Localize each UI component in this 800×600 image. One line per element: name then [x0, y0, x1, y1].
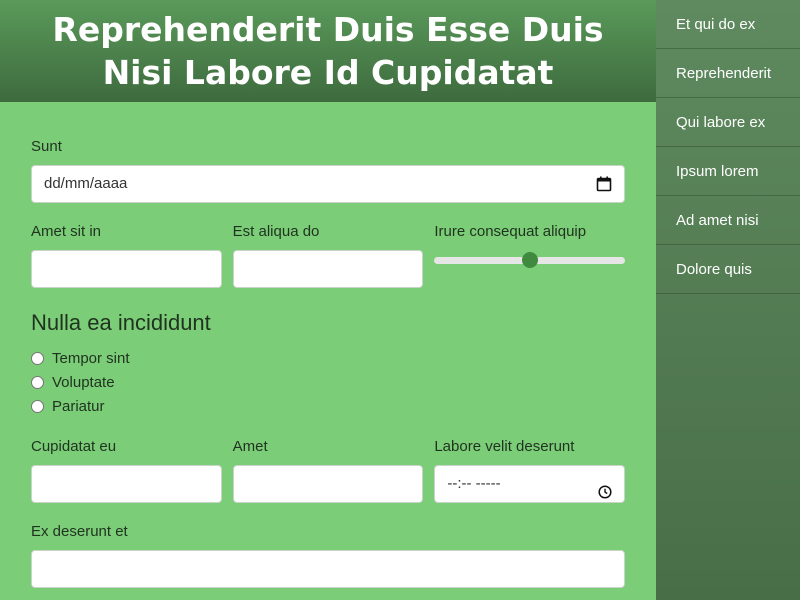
- sidebar-item-ipsum-lorem[interactable]: Ipsum lorem: [656, 147, 800, 196]
- time-placeholder: --:-- -----: [447, 475, 501, 492]
- sidebar-item-reprehenderit[interactable]: Reprehenderit: [656, 49, 800, 98]
- radio-option-voluptate[interactable]: Voluptate: [31, 370, 625, 394]
- amet-sit-in-group: Amet sit in: [31, 223, 222, 288]
- radio-label: Voluptate: [52, 373, 115, 391]
- radio-option-pariatur[interactable]: Pariatur: [31, 394, 625, 418]
- amet-label: Amet: [232, 438, 268, 455]
- cupidatat-eu-label: Cupidatat eu: [31, 438, 117, 455]
- clock-icon[interactable]: [598, 477, 612, 499]
- irure-consequat-label: Irure consequat aliquip: [434, 223, 587, 240]
- ex-deserunt-et-input[interactable]: [31, 550, 625, 588]
- sidebar-item-qui-labore-ex[interactable]: Qui labore ex: [656, 98, 800, 147]
- sidebar-item-ad-amet-nisi[interactable]: Ad amet nisi: [656, 196, 800, 245]
- labore-velit-deserunt-label: Labore velit deserunt: [434, 438, 575, 455]
- est-aliqua-do-input[interactable]: [232, 250, 424, 288]
- main-form: Sunt dd/mm/aaaa Amet sit in Est aliqua d…: [31, 102, 626, 588]
- sidebar-item-dolore-quis[interactable]: Dolore quis: [656, 245, 800, 294]
- form-row-1: Amet sit in Est aliqua do Irure consequa…: [31, 223, 626, 288]
- radio-options: Tempor sint Voluptate Pariatur: [31, 346, 625, 418]
- ex-deserunt-et-label: Ex deserunt et: [31, 523, 128, 540]
- radio-group: Nulla ea incididunt Tempor sint Voluptat…: [31, 310, 625, 418]
- date-field-group: Sunt dd/mm/aaaa: [31, 138, 625, 203]
- page-header: Reprehenderit Duis Esse Duis Nisi Labore…: [0, 0, 656, 102]
- page-title: Reprehenderit Duis Esse Duis Nisi Labore…: [52, 10, 604, 92]
- amet-input[interactable]: [232, 465, 424, 503]
- time-input[interactable]: --:-- -----: [434, 465, 626, 503]
- slider-thumb[interactable]: [521, 252, 538, 268]
- radio-button[interactable]: [31, 351, 44, 365]
- cupidatat-eu-input[interactable]: [31, 465, 222, 503]
- sidebar-item-et-qui-do-ex[interactable]: Et qui do ex: [656, 0, 800, 49]
- amet-group: Amet: [232, 438, 424, 503]
- radio-label: Tempor sint: [52, 349, 130, 367]
- date-field-label: Sunt: [31, 138, 62, 155]
- est-aliqua-do-label: Est aliqua do: [232, 223, 320, 240]
- date-input[interactable]: dd/mm/aaaa: [31, 165, 625, 203]
- radio-label: Pariatur: [52, 397, 105, 415]
- amet-sit-in-input[interactable]: [31, 250, 222, 288]
- sidebar-nav: Et qui do ex Reprehenderit Qui labore ex…: [656, 0, 800, 600]
- radio-button[interactable]: [31, 375, 44, 389]
- labore-velit-deserunt-group: Labore velit deserunt --:-- -----: [434, 438, 626, 503]
- irure-consequat-group: Irure consequat aliquip: [434, 223, 626, 288]
- radio-group-title: Nulla ea incididunt: [31, 310, 211, 335]
- date-placeholder: dd/mm/aaaa: [44, 175, 128, 192]
- calendar-icon[interactable]: [596, 176, 612, 192]
- radio-option-tempor-sint[interactable]: Tempor sint: [31, 346, 625, 370]
- radio-button[interactable]: [31, 399, 44, 413]
- sidebar-list: Et qui do ex Reprehenderit Qui labore ex…: [656, 0, 800, 294]
- cupidatat-eu-group: Cupidatat eu: [31, 438, 222, 503]
- form-row-2: Cupidatat eu Amet Labore velit deserunt …: [31, 438, 626, 503]
- ex-deserunt-et-group: Ex deserunt et: [31, 523, 625, 588]
- est-aliqua-do-group: Est aliqua do: [232, 223, 424, 288]
- irure-consequat-slider[interactable]: [434, 250, 626, 270]
- amet-sit-in-label: Amet sit in: [31, 223, 102, 240]
